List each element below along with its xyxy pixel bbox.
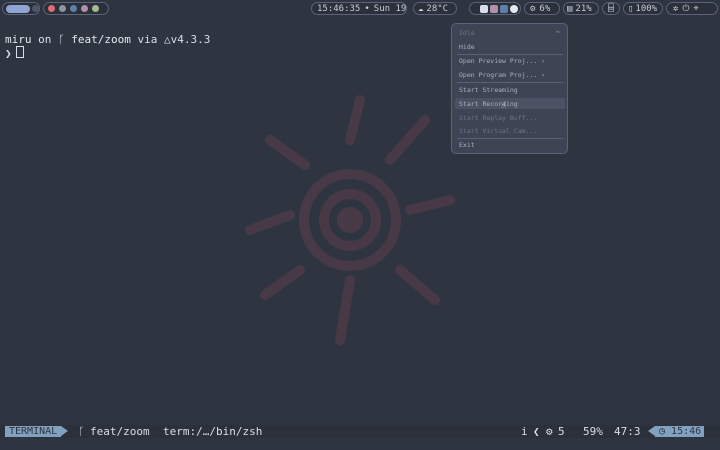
cpu-usage: 6%	[539, 3, 551, 14]
prompt-branch: feat/zoom	[71, 33, 131, 46]
clock-icon: ◷	[659, 426, 672, 437]
menu-divider	[457, 138, 563, 139]
terminal-pane[interactable]: miru on ᚴ feat/zoom via △v4.3.3 ❯	[5, 33, 210, 60]
battery-level: 100%	[635, 3, 658, 14]
status-lsp-count: 5	[558, 425, 565, 438]
tray-icon-b[interactable]	[490, 4, 498, 13]
menu-item-start-recording[interactable]: Start Recording	[459, 100, 518, 108]
top-panel: 15:46:35 • Sun 19 ☁ 28°C ⚙ 6% ▤ 21% ⌸ ▯ …	[0, 0, 720, 18]
status-position: 47:3	[614, 425, 641, 438]
app-icon-browser[interactable]	[48, 5, 55, 12]
memory-icon: ▤	[567, 3, 573, 14]
prompt-via: via	[137, 33, 158, 46]
menu-item-virtual-cam: Start Virtual Cam...	[459, 127, 538, 135]
tray-icon-c[interactable]	[500, 4, 508, 13]
clock-time: 15:46:35	[317, 3, 361, 14]
mode-indicator: TERMINAL	[5, 426, 62, 437]
cpu-widget[interactable]: ⚙ 6%	[524, 2, 560, 15]
clipboard-widget[interactable]: ⌸	[602, 2, 620, 15]
obs-tray-menu: ⌁ Idle Hide Open Preview Proj... › Open …	[451, 23, 568, 154]
prompt-user: miru	[5, 33, 32, 46]
triangle-icon: △	[163, 33, 171, 46]
menu-item-hide[interactable]: Hide	[459, 43, 475, 51]
clock-date: Sun 19	[373, 3, 407, 14]
app-icon-files[interactable]	[59, 5, 66, 12]
cpu-icon: ⚙	[530, 3, 536, 14]
status-clock: ◷ 15:46	[655, 426, 705, 437]
clock-widget[interactable]: 15:46:35 • Sun 19	[311, 2, 407, 15]
app-icon-obs[interactable]	[70, 5, 77, 12]
battery-icon: ▯	[628, 3, 634, 14]
power-icon[interactable]: ⏻	[682, 4, 689, 14]
status-info: i	[521, 425, 528, 438]
quick-settings[interactable]: ✲ ⏻ ⌖	[666, 2, 718, 15]
battery-widget[interactable]: ▯ 100%	[623, 2, 663, 15]
workspace-toggle[interactable]	[2, 2, 40, 15]
prompt-line: miru on ᚴ feat/zoom via △v4.3.3	[5, 33, 210, 46]
prompt-on: on	[38, 33, 52, 46]
hand-cursor-icon: ☝	[501, 101, 506, 110]
network-icon[interactable]: ⌖	[694, 4, 699, 14]
separator: •	[364, 3, 370, 14]
status-file: term:/…/bin/zsh	[163, 425, 263, 438]
memory-widget[interactable]: ▤ 21%	[563, 2, 599, 15]
settings-icon[interactable]: ✲	[673, 4, 678, 14]
text-cursor	[15, 46, 24, 58]
toggle-switch[interactable]	[6, 4, 31, 13]
memory-usage: 21%	[575, 3, 592, 14]
prompt-symbol: ❯	[5, 47, 12, 60]
input-line[interactable]: ❯	[5, 46, 210, 60]
prompt-version: v4.3.3	[170, 33, 211, 46]
gear-icon: ⚙	[546, 425, 553, 438]
clipboard-icon: ⌸	[608, 3, 614, 14]
menu-divider	[457, 54, 563, 55]
app-launcher-tray	[43, 2, 109, 15]
tray-icon-a[interactable]	[480, 4, 488, 13]
status-percent: 59%	[583, 425, 603, 438]
obs-tray-icon[interactable]	[510, 4, 518, 13]
git-branch-icon: ᚴ	[58, 33, 65, 46]
editor-statusline: TERMINAL ᚴ feat/zoom term:/…/bin/zsh i ❮…	[0, 425, 720, 438]
menu-pin-icon[interactable]: ⌁	[556, 28, 560, 36]
mode-arrow	[61, 426, 68, 436]
weather-temp: 28°C	[426, 3, 449, 14]
weather-widget[interactable]: ☁ 28°C	[413, 2, 457, 15]
app-icon-game[interactable]	[92, 5, 99, 12]
menu-item-exit[interactable]: Exit	[459, 141, 475, 149]
status-branch: feat/zoom	[90, 425, 150, 438]
menu-divider	[457, 82, 563, 83]
clock-arrow	[648, 426, 655, 436]
app-icon-discord[interactable]	[81, 5, 88, 12]
system-tray	[469, 2, 521, 15]
menu-item-start-streaming[interactable]: Start Streaming	[459, 86, 518, 94]
wallpaper-emblem	[245, 95, 455, 345]
cloud-icon: ☁	[418, 3, 424, 14]
desktop: 15:46:35 • Sun 19 ☁ 28°C ⚙ 6% ▤ 21% ⌸ ▯ …	[0, 0, 720, 450]
menu-item-open-preview[interactable]: Open Preview Proj... ›	[459, 57, 545, 65]
status-time: 15:46	[671, 426, 702, 437]
git-branch-icon: ᚴ	[78, 425, 85, 438]
toggle-indicator	[32, 5, 39, 12]
menu-item-idle: Idle	[459, 29, 475, 37]
chevron-left-icon: ❮	[533, 425, 540, 438]
menu-item-replay-buffer: Start Replay Buff...	[459, 114, 538, 122]
menu-item-open-program[interactable]: Open Program Proj... ›	[459, 71, 545, 79]
